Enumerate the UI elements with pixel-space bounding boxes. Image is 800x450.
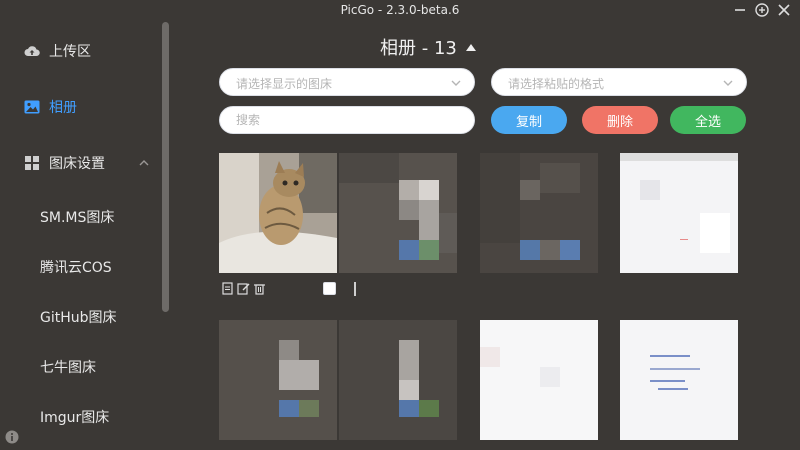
page-title: 相册 - 13	[380, 34, 580, 60]
image-tools	[221, 282, 266, 296]
chevron-down-icon	[723, 80, 733, 86]
sidebar-sub-item-imgur[interactable]: Imgur图床	[40, 407, 109, 427]
grid-icon	[24, 155, 40, 171]
sidebar-sub-item-tencent-cos[interactable]: 腾讯云COS	[40, 257, 112, 277]
sidebar-item-label: 上传区	[49, 44, 91, 60]
close-icon[interactable]	[776, 2, 792, 18]
title-bar: PicGo - 2.3.0-beta.6	[0, 0, 800, 22]
gallery-image[interactable]	[620, 320, 738, 440]
edit-icon[interactable]	[237, 282, 250, 295]
sidebar-sub-item-qiniu[interactable]: 七牛图床	[40, 357, 96, 377]
select-checkbox[interactable]	[323, 282, 336, 295]
chevron-down-icon	[451, 80, 461, 86]
sidebar-scrollbar[interactable]	[162, 22, 169, 312]
sidebar-item-label: 图床设置	[49, 156, 105, 172]
cloud-upload-icon	[24, 43, 40, 59]
caret-up-icon[interactable]	[465, 42, 477, 52]
info-icon[interactable]	[5, 430, 19, 444]
paste-format-select-placeholder: 请选择粘贴的格式	[508, 77, 605, 91]
picbed-select-placeholder: 请选择显示的图床	[236, 77, 333, 91]
document-icon[interactable]	[221, 282, 234, 295]
sidebar	[0, 22, 170, 450]
gallery-image[interactable]	[480, 320, 598, 440]
minimize-icon[interactable]	[732, 2, 748, 18]
delete-button[interactable]: 删除	[582, 106, 658, 134]
gallery-image[interactable]	[219, 320, 337, 440]
gallery-image[interactable]	[219, 153, 337, 273]
sidebar-item-label: 相册	[49, 100, 77, 116]
picbed-select[interactable]: 请选择显示的图床	[219, 68, 475, 96]
image-icon	[24, 99, 40, 115]
window-title: PicGo - 2.3.0-beta.6	[340, 3, 460, 17]
gallery-image[interactable]	[339, 153, 457, 273]
gallery-title: 相册 - 13	[380, 38, 457, 59]
sidebar-sub-item-github[interactable]: GitHub图床	[40, 307, 117, 327]
sidebar-sub-item-smms[interactable]: SM.MS图床	[40, 207, 114, 227]
trash-icon[interactable]	[253, 282, 266, 295]
sidebar-item-picbed-settings[interactable]: 图床设置	[24, 151, 105, 175]
search-input[interactable]	[219, 106, 475, 134]
copy-button[interactable]: 复制	[491, 106, 567, 134]
tool-fragment	[354, 282, 356, 296]
gallery-image[interactable]	[480, 153, 598, 273]
gallery-image[interactable]	[339, 320, 457, 440]
sidebar-item-gallery[interactable]: 相册	[24, 95, 77, 119]
gallery-image[interactable]	[620, 153, 738, 273]
sidebar-item-upload[interactable]: 上传区	[24, 39, 91, 63]
window-controls	[732, 2, 792, 18]
paste-format-select[interactable]: 请选择粘贴的格式	[491, 68, 747, 96]
select-all-button[interactable]: 全选	[670, 106, 746, 134]
chevron-up-icon[interactable]	[138, 157, 150, 169]
maximize-icon[interactable]	[754, 2, 770, 18]
